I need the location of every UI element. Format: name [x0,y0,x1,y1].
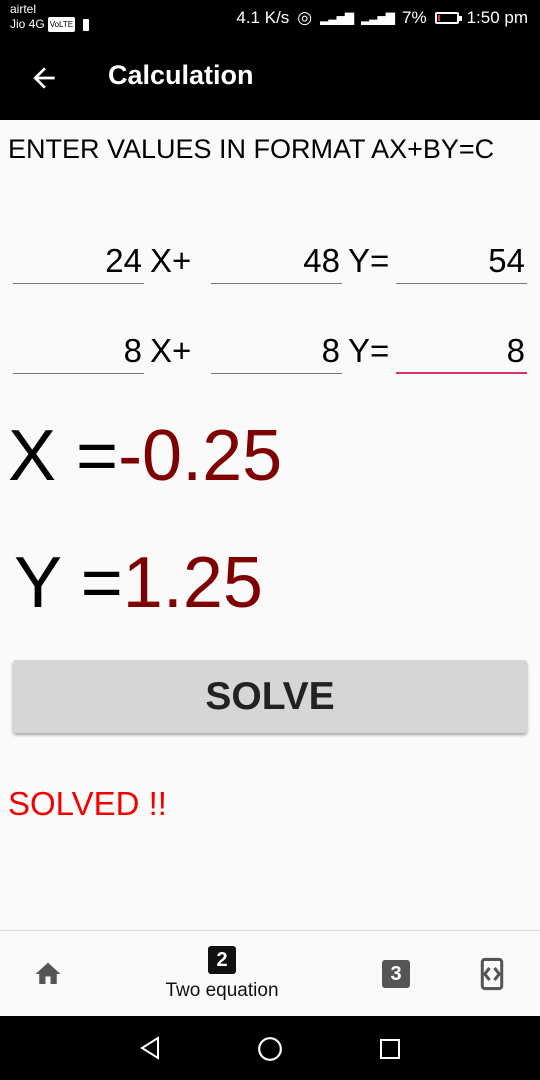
status-bar: airtel Jio 4G VoLTE 4.1 K/s ◎ ▂▃▅▇ ▂▃▅▇ 7… [0,0,540,40]
status-message: SOLVED !! [8,785,167,822]
x-plus-label: X+ [150,242,192,279]
equation-row-1: 24 X+ 48 Y= 54 [0,238,540,288]
nav-two-equation[interactable]: 2 Two equation [150,931,294,1017]
nav-three-equation[interactable]: 3 [370,931,422,1017]
code-expand-icon [480,957,504,991]
alert-icon [83,18,90,31]
hotspot-icon: ◎ [297,8,313,27]
home-icon [35,962,61,984]
battery-percent: 7% [401,8,427,27]
three-square-icon: 3 [382,960,410,988]
equation-row-2: 8 X+ 8 Y= 8 [0,328,540,378]
y-result-label: Y = [14,543,123,623]
coef-b1-input[interactable]: 48 [211,238,342,284]
nav-home[interactable] [22,931,74,1017]
coef-a1-input[interactable]: 24 [13,238,144,284]
carrier-secondary: Jio 4G [10,17,45,31]
system-nav-bar [0,1016,540,1080]
y-equals-label: Y= [348,242,390,279]
x-result-value: -0.25 [118,416,283,496]
status-right: 4.1 K/s ◎ ▂▃▅▇ ▂▃▅▇ 7% 1:50 pm [236,8,528,28]
x-result-label: X = [8,416,119,496]
x-plus-label: X+ [150,332,192,369]
page-title: Calculation [108,60,254,90]
solve-button[interactable]: SOLVE [13,660,527,733]
x-result: X =-0.25 [8,416,282,496]
coef-b2-input[interactable]: 8 [211,328,342,374]
nav-two-equation-label: Two equation [165,980,279,1001]
back-arrow-icon[interactable] [28,62,60,94]
const-c1-input[interactable]: 54 [396,238,527,284]
y-result-value: 1.25 [122,543,263,623]
recents-square-icon[interactable] [378,1037,402,1061]
instructions-text: ENTER VALUES IN FORMAT AX+BY=C [8,134,495,164]
nav-more[interactable] [466,931,518,1017]
bottom-nav: 2 Two equation 3 [0,930,540,1017]
coef-a2-input[interactable]: 8 [13,328,144,374]
back-triangle-icon[interactable] [138,1036,162,1060]
volte-badge: VoLTE [47,17,76,33]
clock: 1:50 pm [466,8,528,27]
signal-4g-icon: ▂▃▅▇ [361,11,395,25]
battery-icon [434,12,462,24]
const-c2-input[interactable]: 8 [396,328,527,374]
signal-icon: ▂▃▅▇ [320,11,354,25]
y-equals-label: Y= [348,332,390,369]
network-speed: 4.1 K/s [236,8,290,27]
two-square-icon: 2 [208,946,236,974]
home-circle-icon[interactable] [257,1036,283,1062]
y-result: Y =1.25 [14,543,263,623]
carrier-primary: airtel [10,2,37,16]
app-bar: Calculation [0,40,540,120]
carrier-info: airtel Jio 4G VoLTE [10,2,90,33]
